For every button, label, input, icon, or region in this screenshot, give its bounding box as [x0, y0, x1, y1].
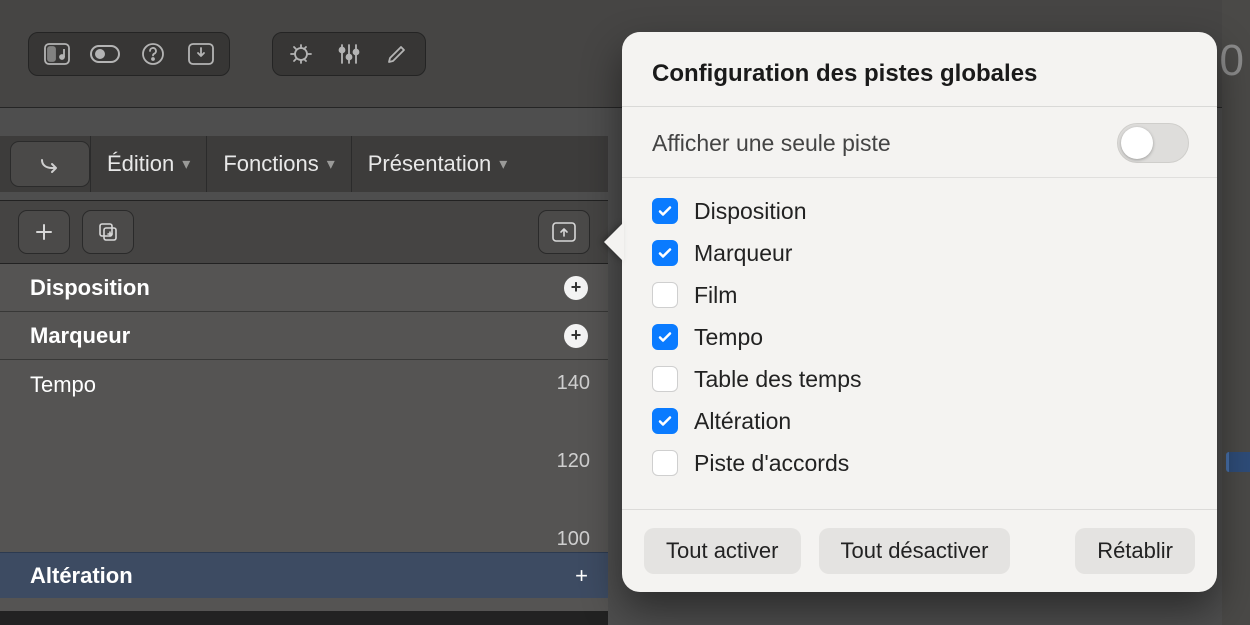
check-item-label: Film — [694, 282, 737, 309]
edit-icon[interactable] — [373, 34, 421, 74]
global-tracks-button[interactable] — [538, 210, 590, 254]
toolbar-group-left — [28, 32, 230, 76]
reset-button[interactable]: Rétablir — [1075, 528, 1195, 574]
check-item[interactable]: Table des temps — [652, 358, 1187, 400]
checkbox[interactable] — [652, 408, 678, 434]
chevron-down-icon: ▾ — [499, 154, 507, 174]
check-item[interactable]: Disposition — [652, 190, 1187, 232]
checkbox[interactable] — [652, 198, 678, 224]
checkbox[interactable] — [652, 240, 678, 266]
menu-presentation-label: Présentation — [368, 151, 492, 177]
track-disposition[interactable]: Disposition + — [0, 264, 608, 312]
tempo-tick: 120 — [557, 450, 590, 473]
back-up-button[interactable] — [10, 141, 90, 187]
track-menu-bar: Édition ▾ Fonctions ▾ Présentation ▾ — [0, 136, 608, 192]
add-circle-icon[interactable]: + — [564, 276, 588, 300]
download-icon[interactable] — [177, 34, 225, 74]
toolbar-group-right — [272, 32, 426, 76]
global-tracks-popover: Configuration des pistes globales Affich… — [622, 32, 1217, 592]
duplicate-track-button[interactable] — [82, 210, 134, 254]
popover-arrow — [604, 222, 624, 262]
track-tempo[interactable]: Tempo 140 120 100 Altération + — [0, 360, 608, 598]
check-item[interactable]: Altération — [652, 400, 1187, 442]
check-item[interactable]: Marqueur — [652, 232, 1187, 274]
menu-presentation[interactable]: Présentation ▾ — [352, 136, 524, 192]
check-item-label: Altération — [694, 408, 791, 435]
menu-edition-label: Édition — [107, 151, 174, 177]
enable-all-button[interactable]: Tout activer — [644, 528, 801, 574]
single-track-label: Afficher une seule piste — [652, 130, 891, 157]
mixer-icon[interactable] — [325, 34, 373, 74]
disable-all-button[interactable]: Tout désactiver — [819, 528, 1011, 574]
check-item[interactable]: Film — [652, 274, 1187, 316]
check-item[interactable]: Piste d'accords — [652, 442, 1187, 484]
tempo-tick: 140 — [557, 372, 590, 395]
track-label: Marqueur — [30, 323, 130, 349]
popover-title: Configuration des pistes globales — [622, 32, 1217, 107]
track-label: Disposition — [30, 275, 150, 301]
region-peek — [1226, 452, 1250, 472]
check-item-label: Disposition — [694, 198, 807, 225]
track-marqueur[interactable]: Marqueur + — [0, 312, 608, 360]
add-circle-icon[interactable]: + — [575, 563, 588, 589]
timeline-digit: 0 — [1220, 36, 1244, 86]
tracks-checklist: Disposition Marqueur Film Tempo Table des te… — [622, 178, 1217, 492]
checkbox[interactable] — [652, 324, 678, 350]
menu-edition[interactable]: Édition ▾ — [91, 136, 206, 192]
menu-functions[interactable]: Fonctions ▾ — [207, 136, 350, 192]
check-item-label: Marqueur — [694, 240, 792, 267]
check-item-label: Piste d'accords — [694, 450, 849, 477]
tempo-tick: 100 — [557, 528, 590, 551]
chevron-down-icon: ▾ — [327, 154, 335, 174]
checkbox[interactable] — [652, 282, 678, 308]
check-item-label: Tempo — [694, 324, 763, 351]
add-track-button[interactable] — [18, 210, 70, 254]
smart-controls-icon[interactable] — [277, 34, 325, 74]
add-circle-icon[interactable]: + — [564, 324, 588, 348]
track-label: Tempo — [30, 372, 96, 398]
check-item-label: Table des temps — [694, 366, 861, 393]
checkbox[interactable] — [652, 366, 678, 392]
track-header-buttons — [0, 200, 608, 264]
inspectors-icon[interactable] — [81, 34, 129, 74]
help-icon[interactable] — [129, 34, 177, 74]
track-label: Altération — [30, 563, 133, 589]
popover-footer: Tout activer Tout désactiver Rétablir — [622, 509, 1217, 592]
bottom-divider — [0, 611, 608, 625]
menu-functions-label: Fonctions — [223, 151, 318, 177]
global-tracks-sidebar: Disposition + Marqueur + Tempo 140 120 1… — [0, 264, 608, 611]
single-track-toggle[interactable] — [1117, 123, 1189, 163]
single-track-row: Afficher une seule piste — [622, 107, 1217, 178]
library-icon[interactable] — [33, 34, 81, 74]
checkbox[interactable] — [652, 450, 678, 476]
timeline-right-edge — [1222, 0, 1250, 625]
check-item[interactable]: Tempo — [652, 316, 1187, 358]
chevron-down-icon: ▾ — [182, 154, 190, 174]
